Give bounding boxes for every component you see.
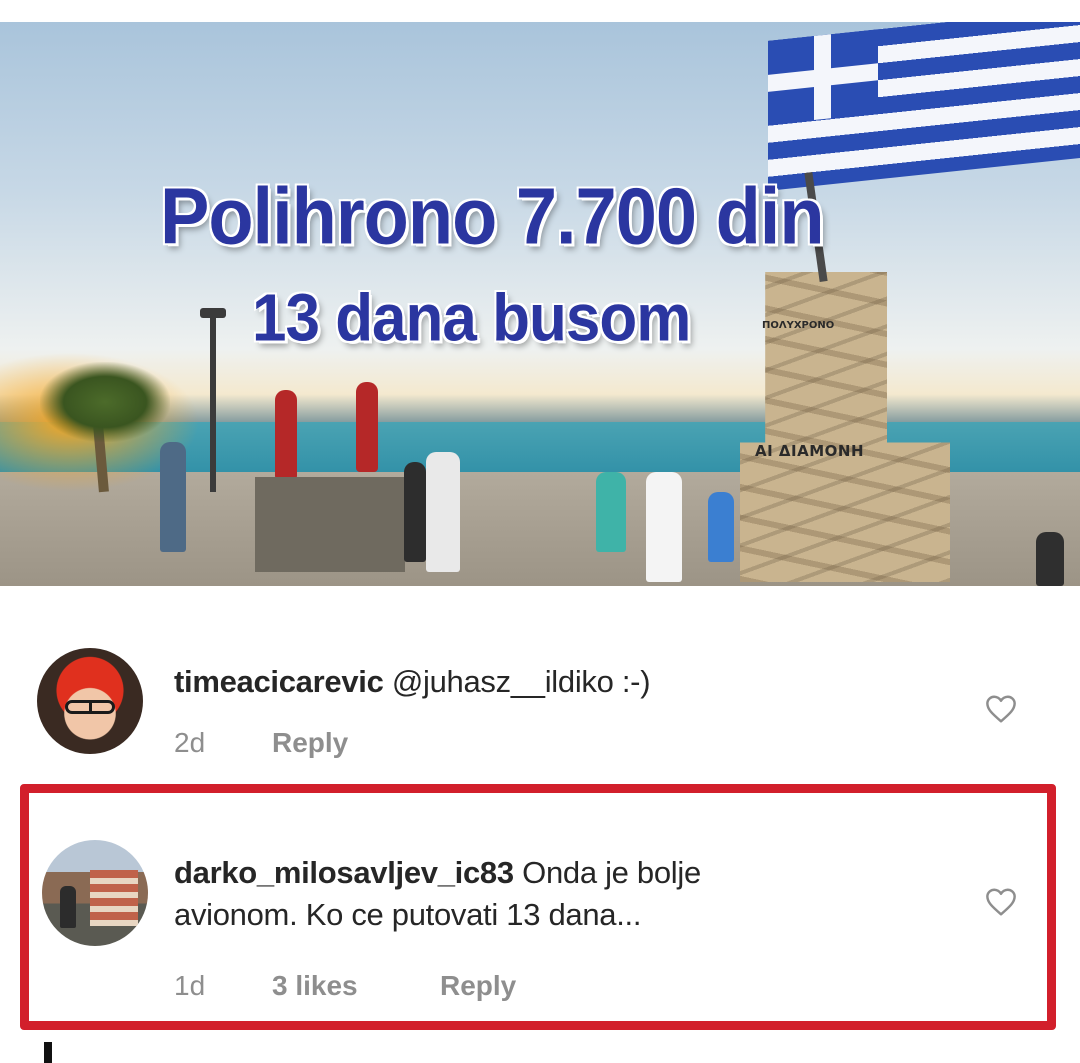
person <box>708 492 734 562</box>
comment-username[interactable]: timeacicarevic <box>174 664 384 699</box>
person <box>596 472 626 552</box>
avatar[interactable] <box>37 648 143 754</box>
red-umbrella <box>275 390 297 480</box>
post-subheadline: 13 dana busom <box>252 281 691 356</box>
heart-icon[interactable] <box>984 694 1018 724</box>
comment-age: 2d <box>174 727 206 758</box>
person <box>646 472 682 582</box>
person <box>426 452 460 572</box>
greek-flag <box>768 22 1080 191</box>
person <box>160 442 186 552</box>
monument-sign: ΑΙ ΔΙΑΜΟΝΗ <box>755 442 864 460</box>
reply-button[interactable]: Reply <box>272 727 348 759</box>
highlight-box <box>20 784 1056 1030</box>
glasses-shape <box>65 700 115 714</box>
comment-meta: 2d Reply <box>174 727 348 759</box>
flag-cross <box>814 34 831 120</box>
comment-body: timeacicarevic @juhasz__ildiko :-) <box>174 661 934 703</box>
palm-tree-leaves <box>40 362 170 442</box>
next-comment-edge <box>44 1042 52 1063</box>
street-lamp <box>210 312 216 492</box>
street-lamp-head <box>200 308 226 318</box>
post-headline: Polihrono 7.700 din <box>160 171 825 261</box>
red-umbrella <box>356 382 378 472</box>
comment-text: @juhasz__ildiko :-) <box>391 664 651 699</box>
person <box>1036 532 1064 586</box>
person <box>404 462 426 562</box>
beach-stall <box>255 477 405 572</box>
monument-sign-top: ΠΟΛΥΧΡΟΝΟ <box>762 320 835 331</box>
post-image[interactable]: ΠΟΛΥΧΡΟΝΟ ΑΙ ΔΙΑΜΟΝΗ Polihrono 7.700 din… <box>0 22 1080 586</box>
